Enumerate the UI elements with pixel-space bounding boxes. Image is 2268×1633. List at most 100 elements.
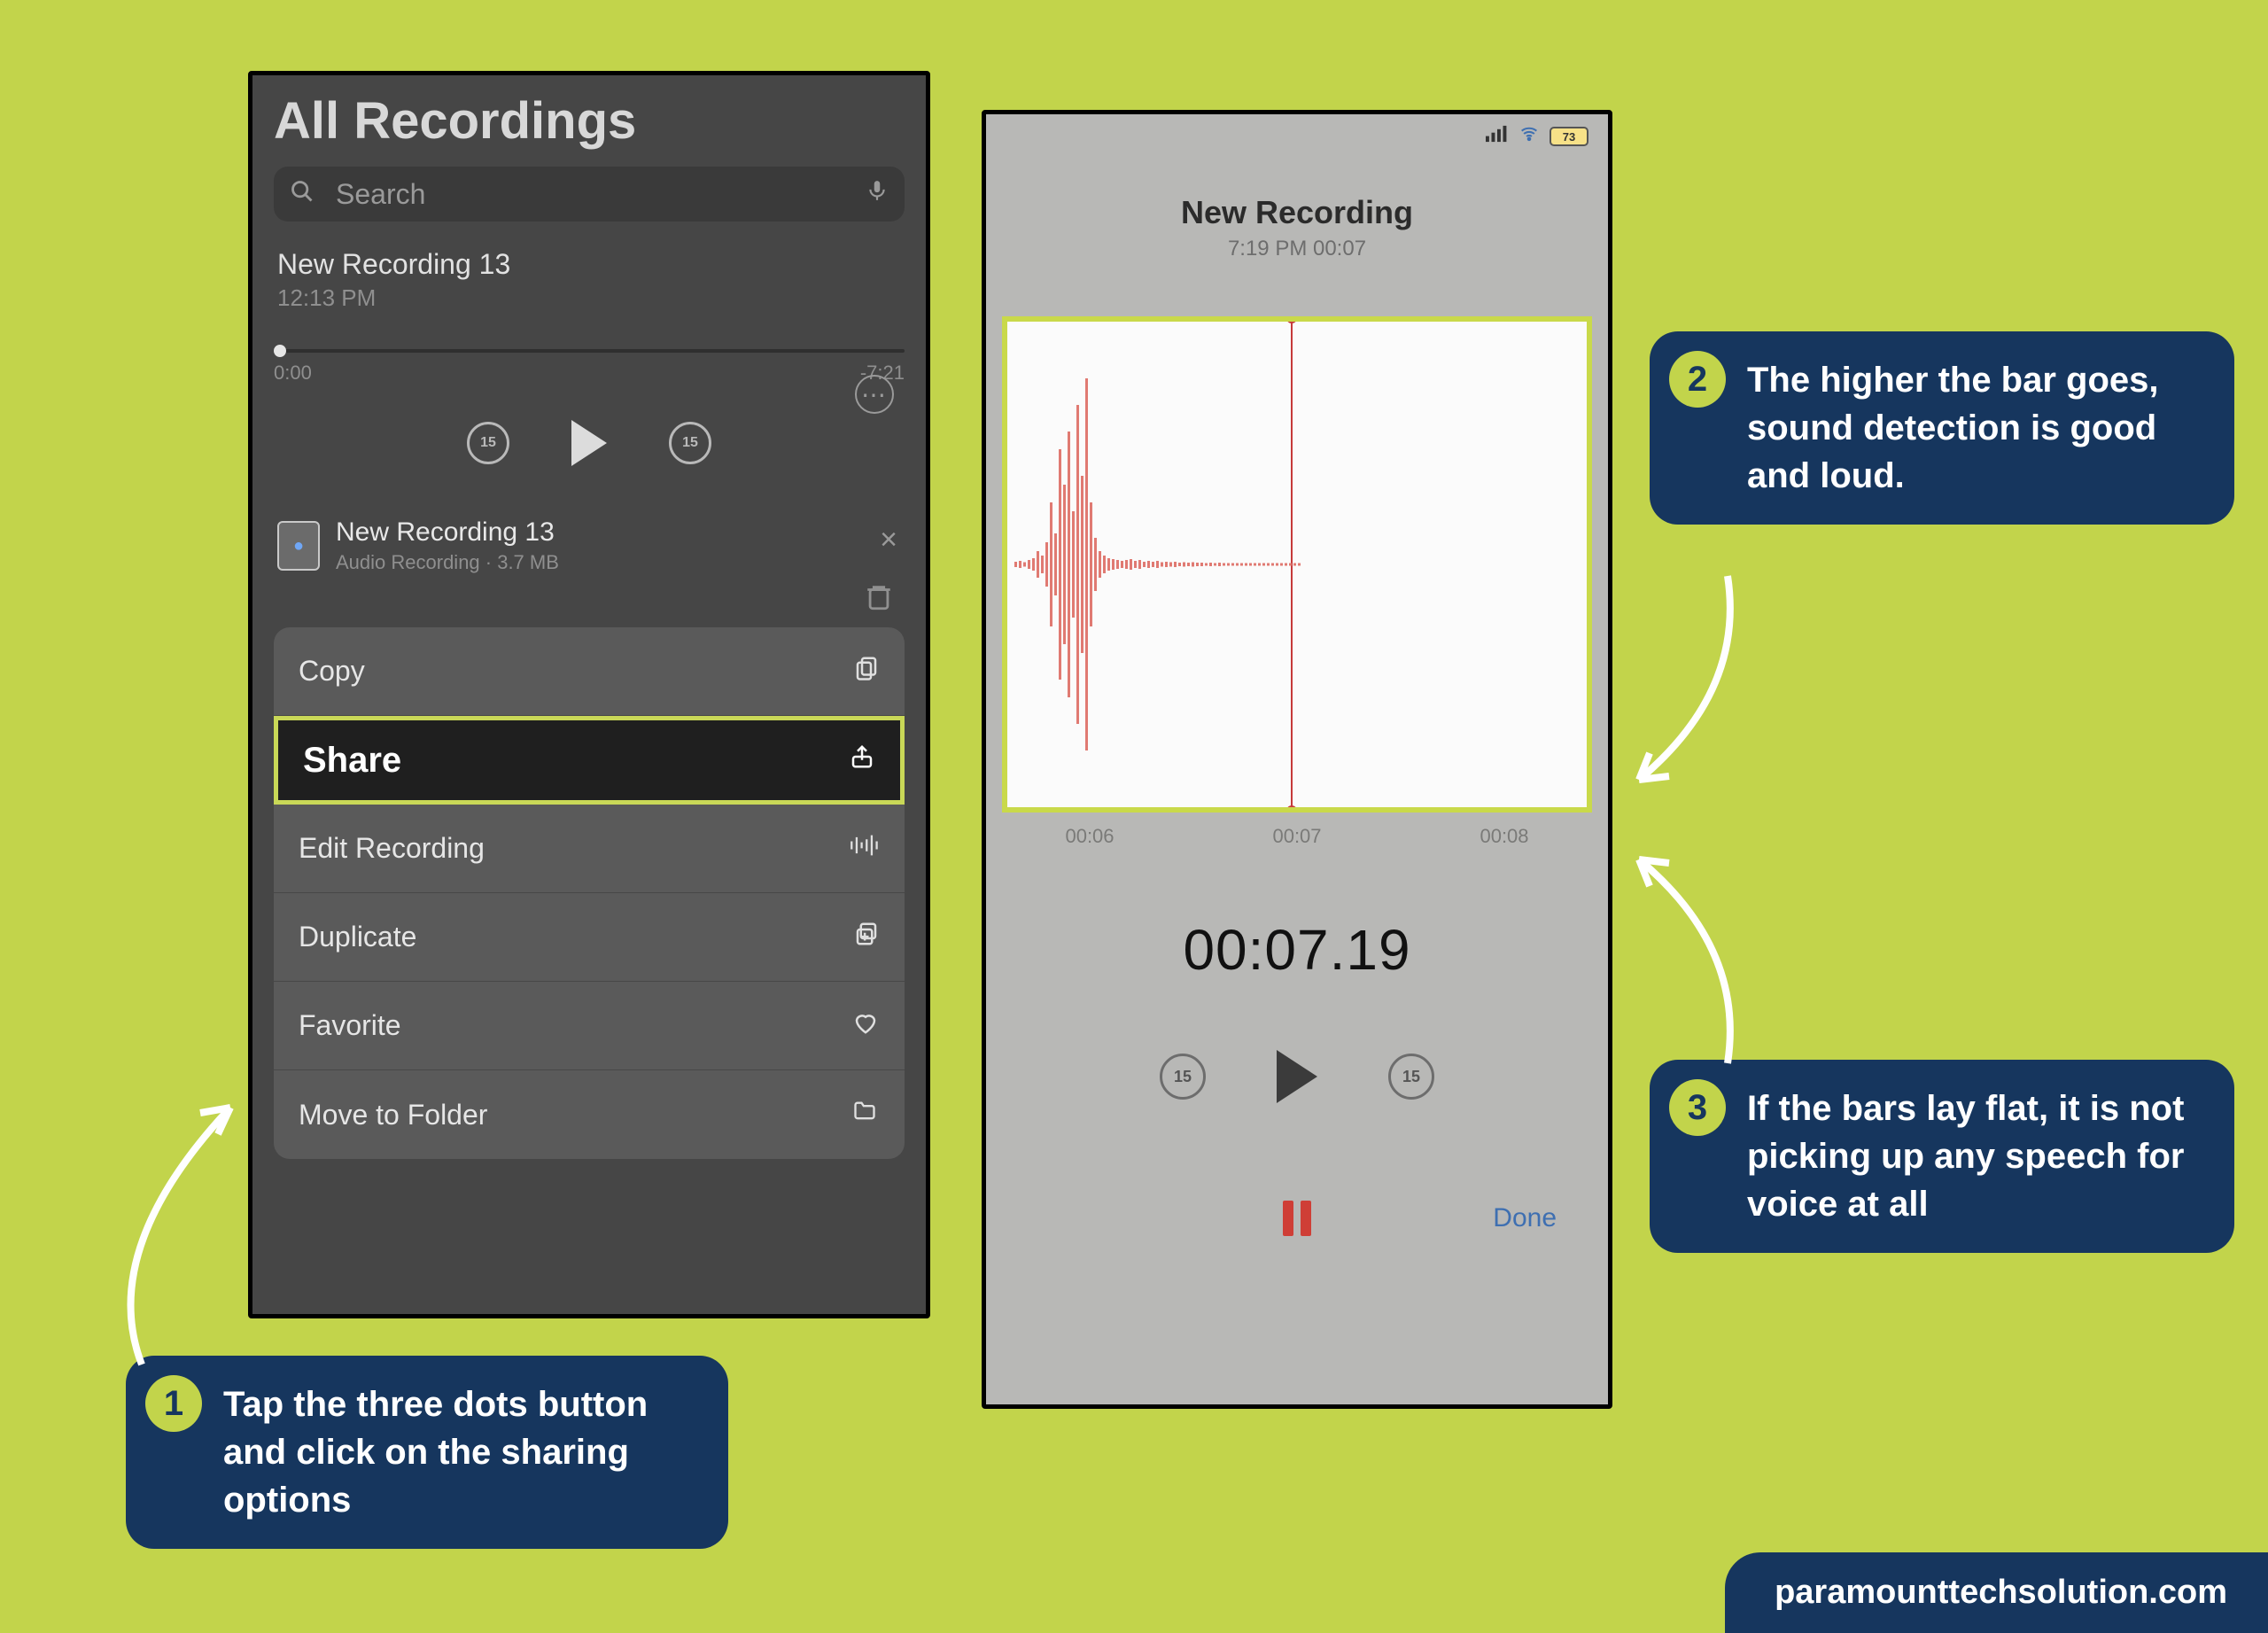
waveform-bar (1200, 563, 1203, 566)
mic-icon[interactable] (866, 177, 889, 211)
waveform-bar (1293, 564, 1296, 566)
menu-share-label: Share (303, 741, 401, 781)
waveform-bar (1214, 564, 1216, 566)
waveform-bar (1130, 559, 1132, 570)
done-button[interactable]: Done (1493, 1203, 1557, 1233)
waveform-bar (1227, 564, 1230, 566)
waveform-bar (1143, 562, 1146, 567)
waveform-bar (1147, 561, 1150, 568)
menu-move[interactable]: Move to Folder (274, 1070, 905, 1159)
heart-icon (851, 1009, 880, 1043)
context-menu: Copy Share Edit Recording Duplicate Favo… (274, 627, 905, 1159)
waveform-bar (1152, 562, 1154, 567)
scrubber-slider[interactable] (274, 349, 905, 353)
waveform-bar (1032, 558, 1035, 571)
waveform-bar (1116, 560, 1119, 569)
signal-icon (1486, 125, 1509, 148)
waveform-bar (1258, 564, 1261, 566)
callout-2-text: The higher the bar goes, sound detection… (1747, 356, 2199, 500)
waveform-display (1002, 316, 1592, 813)
share-icon (849, 742, 875, 779)
arrow-2 (1621, 567, 1745, 797)
waveform-bar (1262, 564, 1265, 566)
trash-icon[interactable] (864, 580, 894, 622)
callout-2: 2 The higher the bar goes, sound detecti… (1650, 331, 2234, 525)
waveform-bar (1054, 533, 1057, 595)
recording-item[interactable]: New Recording 13 12:13 PM (274, 248, 905, 312)
waveform-bar (1068, 432, 1070, 697)
waveform-bar (1103, 556, 1106, 573)
waveform-bar (1231, 564, 1234, 566)
more-icon[interactable]: ⋯ (855, 375, 894, 414)
search-placeholder: Search (336, 178, 425, 211)
tick-c: 00:08 (1480, 825, 1528, 848)
folder-icon (850, 1099, 880, 1131)
recorder-controls: 15 15 (986, 1050, 1608, 1103)
skip-forward-button[interactable]: 15 (1388, 1054, 1434, 1100)
waveform-bar (1196, 563, 1199, 566)
skip-back-button[interactable]: 15 (467, 422, 509, 464)
waveform-bar (1165, 562, 1168, 567)
recording-subtitle: 7:19 PM 00:07 (986, 237, 1608, 261)
waveform-bar (1121, 561, 1123, 568)
callout-1-number: 1 (145, 1375, 202, 1432)
play-button[interactable] (571, 420, 607, 466)
callout-3-text: If the bars lay flat, it is not picking … (1747, 1085, 2199, 1228)
menu-edit[interactable]: Edit Recording (274, 805, 905, 893)
waveform-bar (1267, 564, 1270, 566)
waveform-bar (1280, 564, 1283, 566)
skip-forward-button[interactable]: 15 (669, 422, 711, 464)
waveform-bar (1169, 563, 1172, 567)
menu-duplicate[interactable]: Duplicate (274, 893, 905, 982)
menu-move-label: Move to Folder (299, 1099, 487, 1131)
copy-icon (853, 653, 880, 690)
waveform-bar (1285, 564, 1287, 566)
document-icon: ● (277, 521, 320, 571)
close-icon[interactable]: × (880, 523, 897, 557)
waveform-bar (1178, 563, 1181, 566)
skip-back-button[interactable]: 15 (1160, 1054, 1206, 1100)
callout-1: 1 Tap the three dots button and click on… (126, 1356, 728, 1549)
play-button[interactable] (1277, 1050, 1317, 1103)
waveform-bar (1289, 564, 1292, 566)
waveform-bar (1183, 563, 1185, 567)
tick-a: 00:06 (1065, 825, 1114, 848)
callout-3: 3 If the bars lay flat, it is not pickin… (1650, 1060, 2234, 1253)
recording-name: New Recording 13 (277, 248, 901, 281)
waveform-bar (1099, 551, 1101, 578)
waveform-bar (1028, 560, 1030, 569)
footer-credit: paramounttechsolution.com (1725, 1552, 2268, 1633)
callout-3-number: 3 (1669, 1079, 1726, 1136)
search-icon (290, 178, 315, 211)
waveform-bar (1138, 560, 1141, 569)
scrub-start: 0:00 (274, 362, 312, 385)
menu-copy[interactable]: Copy (274, 627, 905, 716)
waveform-bar (1209, 563, 1212, 566)
waveform-bar (1037, 551, 1039, 578)
waveform-bar (1072, 511, 1075, 618)
waveform-bar (1236, 564, 1239, 566)
phone-all-recordings: All Recordings Search New Recording 13 1… (248, 71, 930, 1318)
tick-b: 00:07 (1272, 825, 1321, 848)
waveform-bar (1041, 556, 1044, 573)
waveform-bar (1134, 561, 1137, 568)
recording-title: New Recording (986, 194, 1608, 231)
phone-recorder: 73 New Recording 7:19 PM 00:07 00:06 00:… (982, 110, 1612, 1409)
waveform-bar (1254, 564, 1256, 566)
waveform-bar (1223, 564, 1225, 566)
waveform-bar (1161, 563, 1163, 567)
waveform-bar (1187, 563, 1190, 566)
waveform-bar (1063, 485, 1066, 644)
waveform-bar (1271, 564, 1274, 566)
scrubber-times: 0:00 -7:21 (274, 362, 905, 385)
pause-button[interactable] (1283, 1201, 1311, 1236)
menu-share[interactable]: Share (274, 716, 905, 805)
waveform-bar (1249, 564, 1252, 566)
waveform-icon (850, 833, 880, 865)
waveform-bar (1245, 564, 1247, 566)
search-input[interactable]: Search (274, 167, 905, 222)
menu-favorite[interactable]: Favorite (274, 982, 905, 1070)
waveform-bar (1192, 563, 1194, 567)
wifi-icon (1518, 125, 1541, 148)
waveform-bar (1014, 562, 1017, 567)
